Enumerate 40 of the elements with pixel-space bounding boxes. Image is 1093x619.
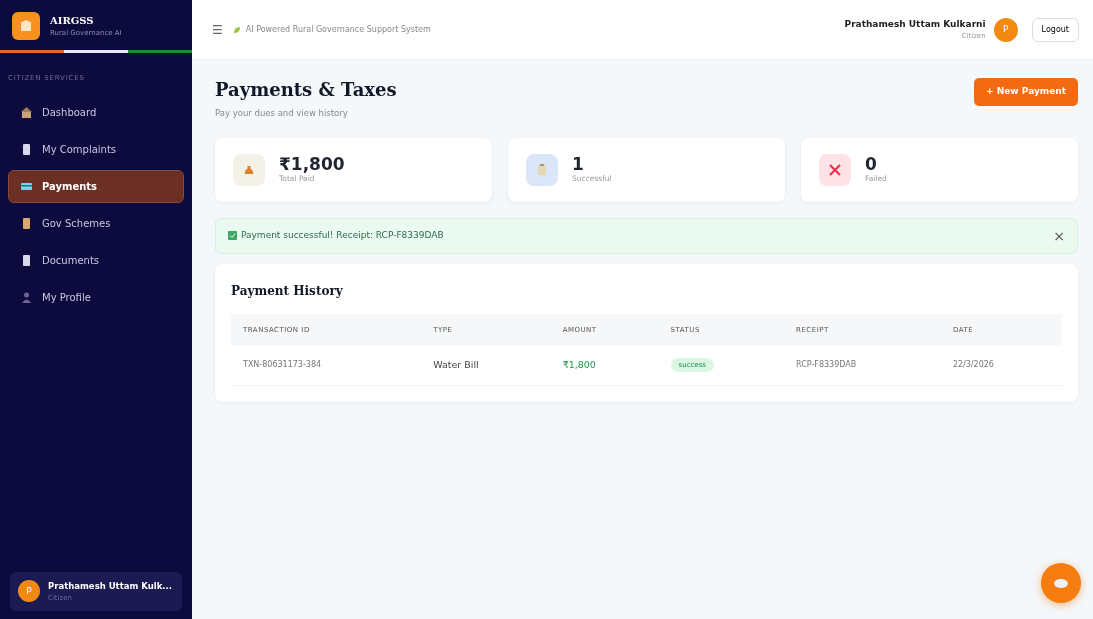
user-avatar: P <box>18 580 40 603</box>
sidebar-item[interactable]: Dashboard <box>8 95 184 129</box>
menu-button[interactable]: ☰ <box>212 23 223 36</box>
card-icon <box>21 180 32 192</box>
user-name: Prathamesh Uttam Kulk... <box>48 579 173 593</box>
receipt-cell: RCP-F8339DAB <box>796 360 857 370</box>
stat-value: 1 <box>572 154 585 174</box>
transaction-id-cell: TXN-80631173-384 <box>243 360 322 370</box>
close-button[interactable]: × <box>1053 228 1065 243</box>
user-name: Prathamesh Uttam Kulkarni <box>844 17 986 31</box>
document-icon <box>21 254 32 266</box>
user-avatar: P <box>993 17 1018 42</box>
book-icon <box>21 217 32 229</box>
date-cell: 22/3/2026 <box>952 360 994 370</box>
brand-title: AIRGSS <box>50 14 95 29</box>
sidebar-item[interactable]: Gov Schemes <box>8 206 184 240</box>
stat-value: ₹1,800 <box>279 154 345 174</box>
alert-message: Payment successful! Receipt: RCP-F8339DAB <box>241 229 444 242</box>
logo-icon <box>12 12 40 40</box>
sidebar-item[interactable]: My Profile <box>8 280 184 314</box>
section-title: Payment History <box>231 282 344 300</box>
leaf-icon <box>232 25 241 34</box>
amount-cell: ₹1,800 <box>562 359 596 371</box>
document-icon <box>21 143 32 155</box>
sidebar-item[interactable]: Documents <box>8 243 184 277</box>
house-icon <box>21 106 32 118</box>
page-title: Payments & Taxes <box>215 78 397 102</box>
person-icon <box>21 291 32 303</box>
page-subtitle: Pay your dues and view history <box>215 107 349 120</box>
sidebar-item[interactable]: Payments <box>8 169 184 203</box>
chat-button[interactable] <box>1041 563 1081 603</box>
check-icon <box>228 231 237 241</box>
cross-icon <box>828 162 842 177</box>
stat-value: 0 <box>865 154 878 174</box>
type-cell: Water Bill <box>433 359 479 371</box>
sidebar-item[interactable]: My Complaints <box>8 132 184 166</box>
chat-bubble-icon <box>1054 578 1068 588</box>
tagline: AI Powered Rural Governance Support System <box>245 23 431 36</box>
clipboard-icon <box>535 162 549 177</box>
logout-button[interactable]: Logout <box>1031 17 1079 42</box>
